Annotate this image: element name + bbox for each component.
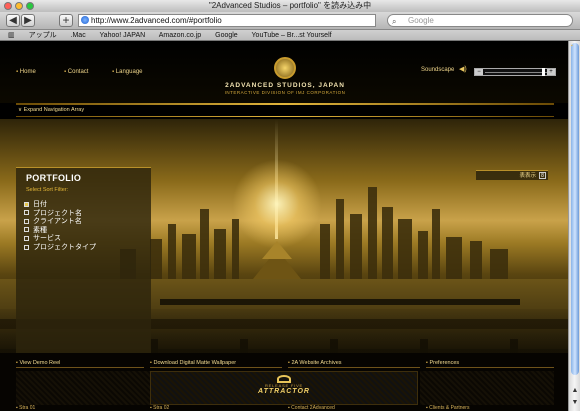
- bookmark-item[interactable]: Yahoo! JAPAN: [100, 32, 146, 39]
- bottom-bar: View Demo Reel Download Digital Matte Wa…: [0, 353, 568, 411]
- speaker-icon[interactable]: ◀): [459, 66, 467, 74]
- brand-name: 2ADVANCED STUDIOS, JAPAN: [225, 82, 345, 89]
- url-text: http://www.2advanced.com/#portfolio: [91, 16, 222, 25]
- preferences-link[interactable]: Preferences: [426, 358, 554, 368]
- bookmarks-bar: ▥ アップル .Mac Yahoo! JAPAN Amazon.co.jp Go…: [0, 30, 580, 41]
- sort-filter-label: Select Sort Filter:: [26, 187, 69, 193]
- thumbnail-link[interactable]: Clients & Partners: [426, 405, 469, 411]
- website-archives-link[interactable]: 2A Website Archives: [288, 358, 420, 368]
- add-bookmark-button[interactable]: +: [59, 14, 73, 27]
- bookmark-item[interactable]: Amazon.co.jp: [159, 32, 201, 39]
- site-header: Home Contact Language 2ADVANCED STUDIOS,…: [0, 41, 568, 103]
- browser-toolbar: ◀ ▶ + http://www.2advanced.com/#portfoli…: [0, 12, 580, 30]
- checkbox[interactable]: [24, 227, 29, 233]
- sort-filter-item[interactable]: サービス: [24, 235, 96, 244]
- window-controls: [4, 2, 34, 10]
- scroll-up-icon[interactable]: ▲: [570, 386, 580, 396]
- checkbox[interactable]: [24, 201, 29, 207]
- checkbox[interactable]: [24, 244, 29, 250]
- volume-track: [485, 72, 547, 73]
- window-title: "2Advanced Studios – portfolio" を読み込み中: [208, 1, 372, 10]
- sort-filter-label: クライアント名: [33, 218, 82, 226]
- portfolio-panel: PORTFOLIO Select Sort Filter: 日付 プロジェクト名…: [16, 167, 151, 359]
- sort-filter-item[interactable]: プロジェクト名: [24, 210, 96, 219]
- bookmark-item[interactable]: Google: [215, 32, 238, 39]
- title-bar: "2Advanced Studios – portfolio" を読み込み中: [0, 0, 580, 12]
- bottom-links: View Demo Reel Download Digital Matte Wa…: [16, 358, 554, 368]
- divider: [16, 103, 554, 105]
- portfolio-title: PORTFOLIO: [26, 173, 82, 183]
- promo-side-panel: [420, 371, 554, 405]
- nav-home[interactable]: Home: [16, 69, 36, 75]
- promo-title: ATTRACTOR: [258, 388, 310, 395]
- checkbox[interactable]: [24, 236, 29, 242]
- sort-filter-item[interactable]: プロジェクトタイプ: [24, 244, 96, 253]
- view-count[interactable]: 8: [539, 172, 546, 179]
- view-demo-reel-link[interactable]: View Demo Reel: [16, 358, 144, 368]
- promo-side-panel: [16, 371, 150, 405]
- logo-emblem-icon: [274, 57, 296, 79]
- attractor-promo[interactable]: RELEASE FIVE ATTRACTOR: [150, 371, 418, 405]
- search-placeholder: Google: [408, 16, 434, 25]
- sort-filter-label: プロジェクトタイプ: [33, 243, 96, 251]
- site-logo[interactable]: 2ADVANCED STUDIOS, JAPAN INTERACTIVE DIV…: [210, 57, 360, 95]
- thumbnail-link[interactable]: Contact 2Advanced: [288, 405, 335, 411]
- thumbnail-link[interactable]: Stra 02: [150, 405, 169, 411]
- volume-slider[interactable]: − +: [474, 68, 556, 76]
- volume-knob[interactable]: [542, 68, 545, 76]
- globe-icon: [81, 16, 89, 24]
- expand-label: Expand Navigation Array: [23, 107, 85, 113]
- sort-filter-item[interactable]: クライアント名: [24, 218, 96, 227]
- vertical-scrollbar[interactable]: ▲ ▼: [568, 41, 580, 411]
- nav-language[interactable]: Language: [112, 69, 143, 75]
- forward-button[interactable]: ▶: [21, 14, 35, 27]
- sort-filter-label: サービス: [33, 235, 61, 243]
- thumbnail-link[interactable]: Stra 01: [16, 405, 35, 411]
- scrollbar-thumb[interactable]: [571, 43, 579, 375]
- brand-tagline: INTERACTIVE DIVISION OF IMJ CORPORATION: [224, 90, 346, 95]
- view-label: 表表示: [519, 173, 536, 179]
- bookmarks-icon[interactable]: ▥: [8, 32, 15, 39]
- zoom-icon[interactable]: [26, 2, 34, 10]
- download-wallpaper-link[interactable]: Download Digital Matte Wallpaper: [150, 358, 282, 368]
- bottom-thumbnails: Stra 01 Stra 02 Contact 2Advanced Client…: [16, 405, 554, 411]
- browser-window: "2Advanced Studios – portfolio" を読み込み中 ◀…: [0, 0, 580, 411]
- address-field[interactable]: http://www.2advanced.com/#portfolio: [78, 14, 376, 27]
- web-page: Home Contact Language 2ADVANCED STUDIOS,…: [0, 41, 568, 411]
- scroll-down-icon[interactable]: ▼: [570, 398, 580, 408]
- close-icon[interactable]: [4, 2, 12, 10]
- sort-filter-label: 素種: [33, 226, 47, 234]
- checkbox[interactable]: [24, 218, 29, 224]
- search-icon: ⌕: [392, 17, 397, 26]
- bookmark-item[interactable]: YouTube – Br...st Yourself: [252, 32, 332, 39]
- bookmark-item[interactable]: .Mac: [71, 32, 86, 39]
- nav-contact[interactable]: Contact: [64, 69, 89, 75]
- volume-up-button[interactable]: +: [547, 69, 555, 75]
- back-button[interactable]: ◀: [6, 14, 20, 27]
- sort-filter-item[interactable]: 日付: [24, 201, 96, 210]
- minimize-icon[interactable]: [15, 2, 23, 10]
- soundscape-label: Soundscape: [421, 67, 455, 73]
- bookmark-item[interactable]: アップル: [29, 32, 57, 39]
- view-toggle[interactable]: 表表示 8: [476, 170, 548, 180]
- checkbox[interactable]: [24, 210, 29, 216]
- volume-down-button[interactable]: −: [475, 69, 483, 75]
- sort-filter-list: 日付 プロジェクト名 クライアント名 素種 サービス プロジェクトタイプ: [24, 201, 96, 253]
- sort-filter-label: プロジェクト名: [33, 209, 82, 217]
- sort-filter-label: 日付: [33, 201, 47, 208]
- search-field[interactable]: ⌕ Google: [387, 14, 573, 27]
- expand-navigation-toggle[interactable]: ∨ Expand Navigation Array: [18, 107, 84, 113]
- attractor-logo-icon: [277, 375, 291, 383]
- divider: [16, 116, 554, 117]
